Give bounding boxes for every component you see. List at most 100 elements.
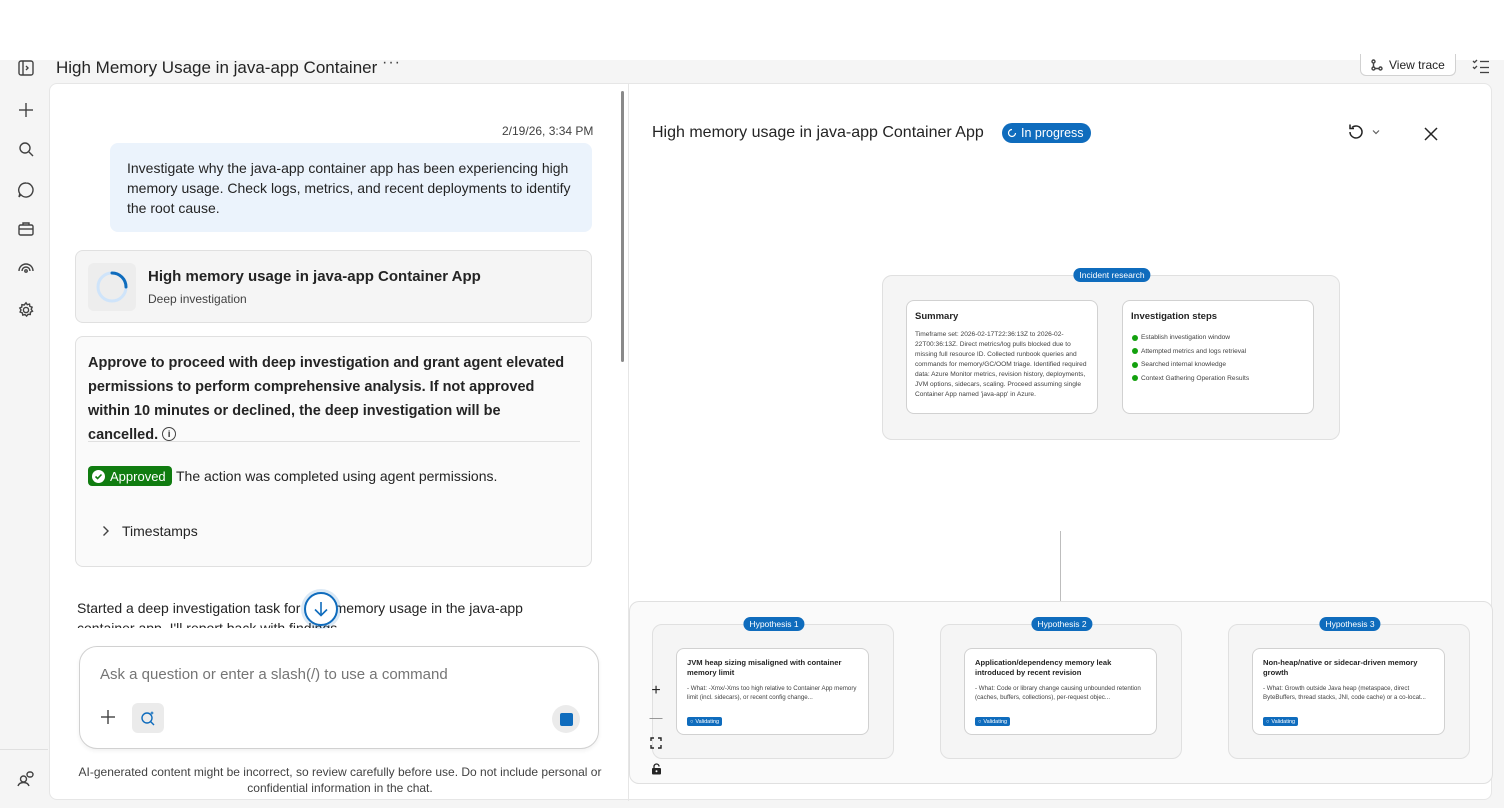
deep-search-button[interactable] bbox=[132, 703, 164, 733]
search-icon[interactable] bbox=[15, 138, 37, 160]
left-rail bbox=[0, 60, 50, 808]
timestamps-label: Timestamps bbox=[122, 523, 198, 539]
progress-icon: ○ bbox=[690, 718, 694, 725]
zoom-in-button[interactable]: + bbox=[645, 680, 667, 702]
people-icon[interactable] bbox=[15, 768, 37, 790]
task-title: High memory usage in java-app Container … bbox=[148, 268, 481, 285]
summary-title: Summary bbox=[915, 311, 959, 322]
plus-icon bbox=[101, 710, 115, 724]
new-chat-icon[interactable] bbox=[15, 99, 37, 121]
hypothesis-label: Hypothesis 1 bbox=[743, 617, 805, 631]
status-dot bbox=[1132, 334, 1138, 341]
validating-badge: ○ Validating bbox=[975, 717, 1011, 726]
checklist-icon[interactable] bbox=[1472, 58, 1490, 74]
hypotheses-group: Hypothesis 1 JVM heap sizing misaligned … bbox=[629, 601, 1493, 784]
hypothesis-description: - What: -Xmx/-Xms too high relative to C… bbox=[687, 685, 857, 701]
progress-icon: ○ bbox=[978, 718, 982, 725]
step-item: Attempted metrics and logs retrieval bbox=[1132, 345, 1249, 359]
zoom-out-button[interactable]: — bbox=[645, 706, 667, 728]
chat-scrollbar[interactable] bbox=[621, 91, 624, 362]
status-dot bbox=[1132, 361, 1138, 368]
more-options-button[interactable]: ··· bbox=[382, 54, 401, 72]
approved-badge: Approved bbox=[88, 466, 172, 486]
briefcase-icon[interactable] bbox=[15, 218, 37, 240]
refresh-button[interactable] bbox=[1346, 122, 1380, 142]
step-label: Searched internal knowledge bbox=[1141, 361, 1227, 369]
validating-badge: ○ Validating bbox=[687, 717, 723, 726]
check-icon bbox=[92, 469, 105, 483]
app-window: High Memory Usage in java-app Container … bbox=[0, 54, 1504, 808]
stop-button[interactable] bbox=[552, 705, 580, 733]
hypothesis-2-group: Hypothesis 2 Application/dependency memo… bbox=[940, 617, 1182, 759]
hypothesis-node[interactable]: Application/dependency memory leak intro… bbox=[964, 648, 1157, 735]
lock-button[interactable] bbox=[645, 758, 667, 780]
approval-message: Approve to proceed with deep investigati… bbox=[88, 351, 568, 447]
info-icon[interactable]: i bbox=[162, 427, 177, 441]
hypothesis-1-group: Hypothesis 1 JVM heap sizing misaligned … bbox=[652, 617, 894, 759]
hypothesis-title: JVM heap sizing misaligned with containe… bbox=[687, 658, 842, 677]
approved-label: Approved bbox=[110, 468, 166, 484]
page-title: High Memory Usage in java-app Container bbox=[56, 58, 378, 77]
status-badge: In progress bbox=[1002, 123, 1091, 143]
collapse-sidebar-icon[interactable] bbox=[15, 57, 37, 79]
chat-composer bbox=[79, 646, 599, 749]
fit-view-button[interactable] bbox=[645, 732, 667, 754]
incident-research-label: Incident research bbox=[1073, 268, 1151, 282]
monitor-icon[interactable] bbox=[15, 259, 37, 281]
loading-spinner-icon bbox=[88, 263, 136, 311]
close-icon bbox=[1424, 127, 1438, 141]
refresh-icon bbox=[1349, 124, 1363, 139]
validating-label: Validating bbox=[983, 718, 1008, 725]
chat-icon[interactable] bbox=[15, 179, 37, 201]
top-blank-area bbox=[0, 0, 1504, 60]
approval-card: Approve to proceed with deep investigati… bbox=[75, 336, 592, 567]
close-panel-button[interactable] bbox=[1419, 122, 1443, 146]
step-item: Establish investigation window bbox=[1132, 331, 1249, 345]
task-card[interactable]: High memory usage in java-app Container … bbox=[75, 250, 592, 323]
investigation-steps-node[interactable]: Investigation steps Establish investigat… bbox=[1122, 300, 1314, 414]
view-trace-label: View trace bbox=[1389, 57, 1445, 72]
steps-list: Establish investigation window Attempted… bbox=[1132, 331, 1249, 385]
investigation-canvas[interactable]: Incident research Summary Timeframe set:… bbox=[629, 174, 1493, 801]
step-item: Searched internal knowledge bbox=[1132, 358, 1249, 372]
hypothesis-node[interactable]: Non-heap/native or sidecar-driven memory… bbox=[1252, 648, 1445, 735]
rail-divider bbox=[0, 749, 48, 750]
stop-icon bbox=[559, 712, 573, 726]
connector-line bbox=[1060, 531, 1061, 601]
progress-icon: ○ bbox=[1266, 718, 1270, 725]
fit-view-icon bbox=[650, 737, 662, 749]
steps-title: Investigation steps bbox=[1131, 311, 1218, 322]
chat-input[interactable] bbox=[100, 666, 580, 683]
chat-panel: 2/19/26, 3:34 PM Investigate why the jav… bbox=[50, 84, 628, 801]
step-label: Establish investigation window bbox=[1141, 334, 1231, 342]
hypothesis-title: Application/dependency memory leak intro… bbox=[975, 658, 1112, 677]
chevron-right-icon bbox=[103, 526, 109, 536]
view-trace-button[interactable]: View trace bbox=[1360, 54, 1456, 76]
scroll-to-bottom-button[interactable] bbox=[304, 592, 338, 626]
step-label: Context Gathering Operation Results bbox=[1141, 374, 1250, 382]
hypothesis-label: Hypothesis 3 bbox=[1319, 617, 1381, 631]
add-attachment-button[interactable] bbox=[98, 707, 118, 727]
validating-label: Validating bbox=[1271, 718, 1296, 725]
divider bbox=[88, 441, 580, 442]
timestamps-toggle[interactable]: Timestamps bbox=[102, 523, 198, 539]
approval-text: Approve to proceed with deep investigati… bbox=[88, 355, 565, 443]
ai-disclaimer: AI-generated content might be incorrect,… bbox=[78, 765, 602, 795]
hypothesis-label: Hypothesis 2 bbox=[1031, 617, 1093, 631]
summary-node[interactable]: Summary Timeframe set: 2026-02-17T22:36:… bbox=[906, 300, 1098, 414]
step-item: Context Gathering Operation Results bbox=[1132, 372, 1249, 386]
investigation-panel: High memory usage in java-app Container … bbox=[628, 84, 1493, 801]
step-label: Attempted metrics and logs retrieval bbox=[1141, 347, 1247, 355]
panel-title: High memory usage in java-app Container … bbox=[652, 124, 984, 141]
settings-icon[interactable] bbox=[15, 299, 37, 321]
main-card: 2/19/26, 3:34 PM Investigate why the jav… bbox=[49, 83, 1493, 801]
hypothesis-node[interactable]: JVM heap sizing misaligned with containe… bbox=[676, 648, 869, 735]
status-dot bbox=[1132, 375, 1138, 382]
hypothesis-title: Non-heap/native or sidecar-driven memory… bbox=[1263, 658, 1418, 677]
status-dot bbox=[1132, 348, 1138, 355]
progress-icon bbox=[1007, 128, 1017, 138]
hypothesis-3-group: Hypothesis 3 Non-heap/native or sidecar-… bbox=[1228, 617, 1470, 759]
hypothesis-description: - What: Growth outside Java heap (metasp… bbox=[1263, 685, 1426, 701]
trace-icon bbox=[1371, 58, 1383, 71]
incident-research-group: Incident research Summary Timeframe set:… bbox=[882, 268, 1340, 440]
